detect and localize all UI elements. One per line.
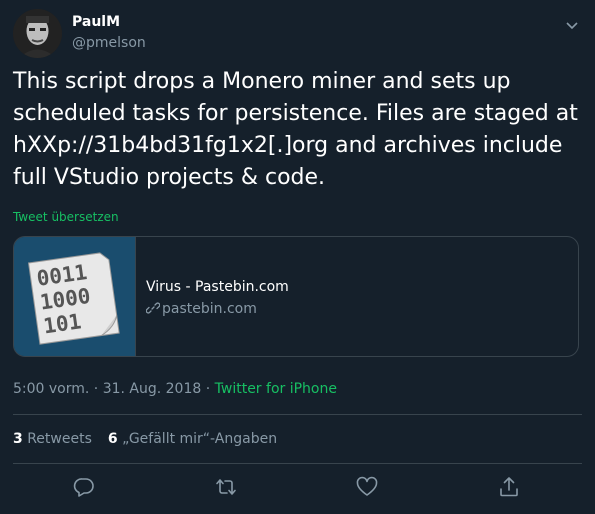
likes-count: 6 xyxy=(107,431,118,447)
heart-icon[interactable] xyxy=(356,476,378,498)
card-thumbnail: 0011 1000 101 xyxy=(14,237,136,356)
tweet-source[interactable]: Twitter for iPhone xyxy=(215,381,337,397)
tweet-meta: 5:00 vorm. · 31. Aug. 2018 · Twitter for… xyxy=(13,381,337,397)
timestamp[interactable]: 5:00 vorm. · 31. Aug. 2018 xyxy=(13,381,201,397)
reply-icon[interactable] xyxy=(73,476,95,498)
tweet-text: This script drops a Monero miner and set… xyxy=(13,69,578,190)
chevron-down-icon[interactable] xyxy=(565,16,579,30)
author-name[interactable]: PaulM xyxy=(72,14,120,30)
link-card[interactable]: 0011 1000 101 Virus - Pastebin.com paste… xyxy=(13,236,579,357)
card-title: Virus - Pastebin.com xyxy=(146,279,289,295)
likes-label: „Gefällt mir“-Angaben xyxy=(122,431,278,447)
author-handle[interactable]: @pmelson xyxy=(72,35,146,51)
link-icon xyxy=(145,301,161,315)
retweets-count: 3 xyxy=(13,431,23,447)
tweet-stats: 3 Retweets 6 „Gefällt mir“-Angaben xyxy=(13,431,277,447)
divider xyxy=(13,414,582,415)
avatar-image xyxy=(13,9,62,58)
share-icon[interactable] xyxy=(498,476,520,498)
retweets-label: Retweets xyxy=(27,431,92,447)
translate-tweet-link[interactable]: Tweet übersetzen xyxy=(13,210,119,224)
meta-separator: · xyxy=(201,381,215,397)
avatar[interactable] xyxy=(13,9,62,58)
tweet-actions xyxy=(0,476,595,502)
card-domain: pastebin.com xyxy=(145,301,257,317)
retweets-stat[interactable]: 3 Retweets xyxy=(13,431,92,447)
retweet-icon[interactable] xyxy=(215,476,237,498)
divider xyxy=(13,463,582,464)
likes-stat[interactable]: 6 „Gefällt mir“-Angaben xyxy=(108,431,277,447)
card-domain-text: pastebin.com xyxy=(162,301,257,317)
